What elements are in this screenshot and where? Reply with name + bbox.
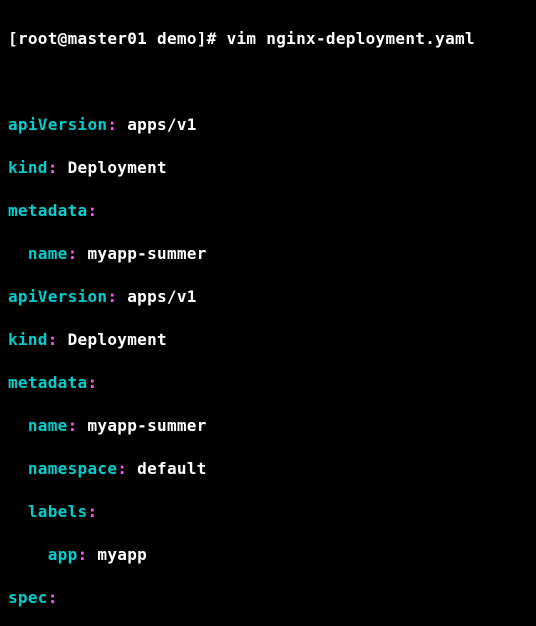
yaml-colon: : <box>107 287 117 306</box>
yaml-line: kind: Deployment <box>8 157 528 179</box>
shell-prompt-line: [root@master01 demo]# vim nginx-deployme… <box>8 28 528 50</box>
yaml-value: apps/v1 <box>127 115 197 134</box>
yaml-key-metadata: metadata <box>8 201 87 220</box>
yaml-key-namespace: namespace <box>28 459 117 478</box>
prompt-symbol: # <box>207 29 217 48</box>
yaml-value: myapp <box>97 545 147 564</box>
yaml-colon: : <box>68 244 78 263</box>
yaml-colon: : <box>48 158 58 177</box>
yaml-key-metadata: metadata <box>8 373 87 392</box>
yaml-line: name: myapp-summer <box>8 243 528 265</box>
yaml-colon: : <box>48 588 58 607</box>
yaml-key-apiversion: apiVersion <box>8 115 107 134</box>
prompt-host: master01 <box>68 29 147 48</box>
yaml-key-name: name <box>28 416 68 435</box>
at-symbol: @ <box>58 29 68 48</box>
shell-command: vim nginx-deployment.yaml <box>227 29 475 48</box>
yaml-line: metadata: <box>8 372 528 394</box>
yaml-colon: : <box>87 502 97 521</box>
yaml-key-labels: labels <box>28 502 88 521</box>
yaml-line: name: myapp-summer <box>8 415 528 437</box>
yaml-key-spec: spec <box>8 588 48 607</box>
yaml-colon: : <box>48 330 58 349</box>
yaml-key-kind: kind <box>8 158 48 177</box>
terminal-output[interactable]: [root@master01 demo]# vim nginx-deployme… <box>0 0 536 626</box>
yaml-line: apiVersion: apps/v1 <box>8 286 528 308</box>
yaml-value: Deployment <box>68 158 167 177</box>
yaml-colon: : <box>68 416 78 435</box>
yaml-line: kind: Deployment <box>8 329 528 351</box>
yaml-line: namespace: default <box>8 458 528 480</box>
bracket-open: [ <box>8 29 18 48</box>
yaml-value: apps/v1 <box>127 287 197 306</box>
yaml-value: Deployment <box>68 330 167 349</box>
yaml-line: app: myapp <box>8 544 528 566</box>
prompt-cwd: demo <box>157 29 197 48</box>
yaml-key-apiversion: apiVersion <box>8 287 107 306</box>
blank-line <box>8 71 528 93</box>
yaml-colon: : <box>87 373 97 392</box>
yaml-line: apiVersion: apps/v1 <box>8 114 528 136</box>
yaml-value: myapp-summer <box>87 416 206 435</box>
yaml-line: spec: <box>8 587 528 609</box>
yaml-line: labels: <box>8 501 528 523</box>
yaml-colon: : <box>117 459 127 478</box>
yaml-colon: : <box>87 201 97 220</box>
bracket-close: ] <box>197 29 207 48</box>
yaml-value: myapp-summer <box>87 244 206 263</box>
yaml-colon: : <box>107 115 117 134</box>
yaml-key-kind: kind <box>8 330 48 349</box>
yaml-line: metadata: <box>8 200 528 222</box>
prompt-user: root <box>18 29 58 48</box>
yaml-key-name: name <box>28 244 68 263</box>
yaml-key-app: app <box>48 545 78 564</box>
yaml-value: default <box>137 459 207 478</box>
yaml-colon: : <box>78 545 88 564</box>
